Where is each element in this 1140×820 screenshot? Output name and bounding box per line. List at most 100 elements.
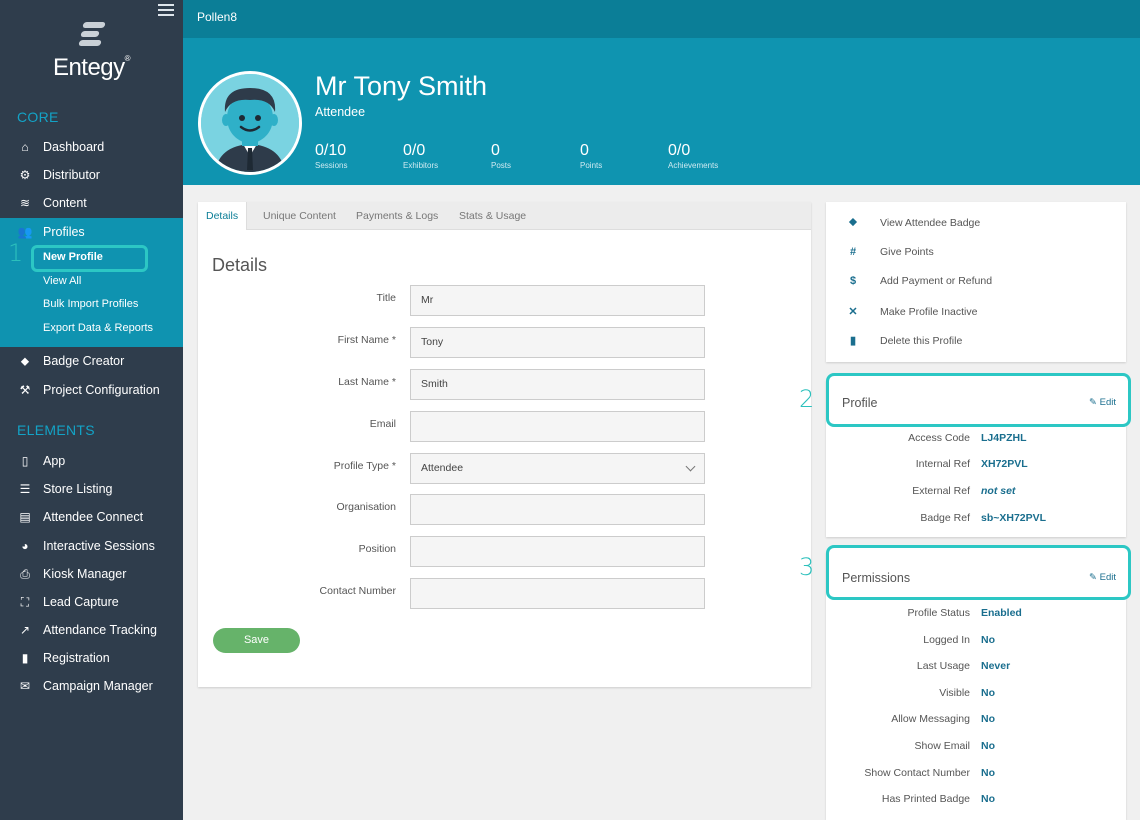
title-label: Title xyxy=(376,292,396,304)
printer-icon: ⎙ xyxy=(20,566,30,581)
first-name-field[interactable]: Tony xyxy=(410,327,705,358)
stat-value: 0 xyxy=(491,142,500,159)
tab-stats-usage[interactable]: Stats & Usage xyxy=(451,202,534,230)
nav-kiosk-manager[interactable]: ⎙ Kiosk Manager xyxy=(0,560,183,588)
nav-label: Attendee Connect xyxy=(43,510,144,524)
profile-name: Mr Tony Smith xyxy=(315,71,488,101)
stat-label: Points xyxy=(580,161,603,170)
nav-campaign-manager[interactable]: ✉ Campaign Manager xyxy=(0,672,183,700)
document-icon: ▮ xyxy=(21,651,29,665)
stat-sessions: 0/10 Sessions xyxy=(315,142,347,170)
save-button[interactable]: Save xyxy=(213,628,300,653)
users-icon: 👥 xyxy=(17,225,33,239)
nav-label: Distributor xyxy=(43,168,100,182)
position-field[interactable] xyxy=(410,536,705,567)
nav-profiles[interactable]: 👥 Profiles xyxy=(0,218,183,246)
stat-value: 0/0 xyxy=(403,142,426,159)
permissions-edit-link[interactable]: ✎ Edit xyxy=(1089,572,1116,583)
nav-dashboard[interactable]: ⌂ Dashboard xyxy=(0,133,183,161)
add-payment-action[interactable]: $ Add Payment or Refund xyxy=(846,275,992,287)
nav-distributor[interactable]: ⚙ Distributor xyxy=(0,161,183,189)
profile-panel-header: Profile ✎ Edit xyxy=(826,373,1131,427)
email-field[interactable] xyxy=(410,411,705,442)
step-number-3: 3 xyxy=(799,553,815,581)
tab-payments-logs[interactable]: Payments & Logs xyxy=(348,202,446,230)
has-printed-badge-value: No xyxy=(981,793,995,805)
badge-ref-label: Badge Ref xyxy=(920,512,970,524)
action-label: View Attendee Badge xyxy=(880,216,981,229)
last-name-field[interactable]: Smith xyxy=(410,369,705,400)
nav-badge-creator[interactable]: ⬥ Badge Creator xyxy=(0,347,183,375)
organisation-field[interactable] xyxy=(410,494,705,525)
give-points-action[interactable]: # Give Points xyxy=(846,246,934,258)
nav-interactive-sessions[interactable]: ◕ Interactive Sessions xyxy=(0,532,183,560)
permissions-panel-header: Permissions ✎ Edit xyxy=(826,545,1131,600)
close-icon: ✕ xyxy=(848,306,858,318)
last-usage-value: Never xyxy=(981,660,1011,672)
show-email-value: No xyxy=(981,740,995,752)
section-title: Details xyxy=(212,255,268,275)
stat-value: 0/10 xyxy=(315,142,347,159)
stat-posts: 0 Posts xyxy=(491,142,511,170)
nav-app[interactable]: ▯ App xyxy=(0,447,183,475)
event-name: Pollen8 xyxy=(197,10,238,24)
scan-icon: ⛶ xyxy=(20,594,30,609)
profile-edit-link[interactable]: ✎ Edit xyxy=(1089,397,1116,408)
first-name-label: First Name * xyxy=(337,334,396,346)
tab-bar: Details Unique Content Payments & Logs S… xyxy=(198,202,811,230)
phone-icon: ▯ xyxy=(21,454,29,468)
nav-label: Content xyxy=(43,196,87,210)
tab-details[interactable]: Details xyxy=(198,202,248,230)
stat-label: Sessions xyxy=(315,161,348,170)
elements-section-label: ELEMENTS xyxy=(17,422,95,438)
profile-type-label: Profile Type * xyxy=(333,460,396,472)
mail-icon: ✉ xyxy=(19,679,31,693)
nav-registration[interactable]: ▮ Registration xyxy=(0,644,183,672)
edit-label: Edit xyxy=(1099,572,1116,583)
access-code-value: LJ4PZHL xyxy=(981,432,1027,444)
action-label: Delete this Profile xyxy=(880,334,963,347)
tab-unique-content[interactable]: Unique Content xyxy=(255,202,344,230)
nav-label: Lead Capture xyxy=(43,595,119,609)
show-contact-number-value: No xyxy=(981,767,995,779)
layers-icon: ≋ xyxy=(19,196,31,210)
stat-value: 0/0 xyxy=(668,142,691,159)
hamburger-menu-icon[interactable] xyxy=(158,4,174,16)
nav-lead-capture[interactable]: ⛶ Lead Capture xyxy=(0,588,183,616)
tag-icon: ⬥ xyxy=(849,216,857,228)
details-card: Details Unique Content Payments & Logs S… xyxy=(198,202,811,687)
last-usage-label: Last Usage xyxy=(916,660,970,672)
stat-label: Posts xyxy=(491,161,512,170)
last-name-label: Last Name * xyxy=(338,376,396,388)
nav-export-data[interactable]: Export Data & Reports xyxy=(43,322,153,334)
delete-profile-action[interactable]: ▮ Delete this Profile xyxy=(846,334,963,348)
organisation-label: Organisation xyxy=(336,501,396,513)
contact-number-field[interactable] xyxy=(410,578,705,609)
entegy-logo-mark xyxy=(77,22,106,52)
make-inactive-action[interactable]: ✕ Make Profile Inactive xyxy=(846,305,977,319)
stat-points: 0 Points xyxy=(580,142,602,170)
nav-view-all[interactable]: View All xyxy=(43,275,81,287)
visible-value: No xyxy=(981,687,995,699)
action-label: Give Points xyxy=(880,246,934,258)
sidebar: Entegy® CORE ⌂ Dashboard ⚙ Distributor ≋ Co… xyxy=(0,0,183,820)
nav-attendee-connect[interactable]: ▤ Attendee Connect xyxy=(0,503,183,531)
hash-icon: # xyxy=(849,246,857,258)
visible-label: Visible xyxy=(939,687,970,699)
nav-project-configuration[interactable]: ⚒ Project Configuration xyxy=(0,376,183,404)
title-field[interactable]: Mr xyxy=(410,285,705,316)
nav-store-listing[interactable]: ☰ Store Listing xyxy=(0,475,183,503)
nav-label: Dashboard xyxy=(43,140,105,154)
stat-value: 0 xyxy=(580,142,589,159)
allow-messaging-label: Allow Messaging xyxy=(891,713,970,725)
nav-content[interactable]: ≋ Content xyxy=(0,189,183,217)
profile-type-select[interactable]: Attendee xyxy=(410,453,705,484)
nav-attendance-tracking[interactable]: ↗ Attendance Tracking xyxy=(0,616,183,644)
position-label: Position xyxy=(358,543,396,555)
nav-bulk-import[interactable]: Bulk Import Profiles xyxy=(43,298,138,310)
nav-label: Store Listing xyxy=(43,482,113,496)
view-attendee-badge-action[interactable]: ⬥ View Attendee Badge xyxy=(846,216,980,229)
external-ref-label: External Ref xyxy=(912,485,970,497)
profile-header: Mr Tony Smith Attendee 0/10 Sessions 0/0… xyxy=(183,38,1140,185)
access-code-label: Access Code xyxy=(908,432,970,444)
